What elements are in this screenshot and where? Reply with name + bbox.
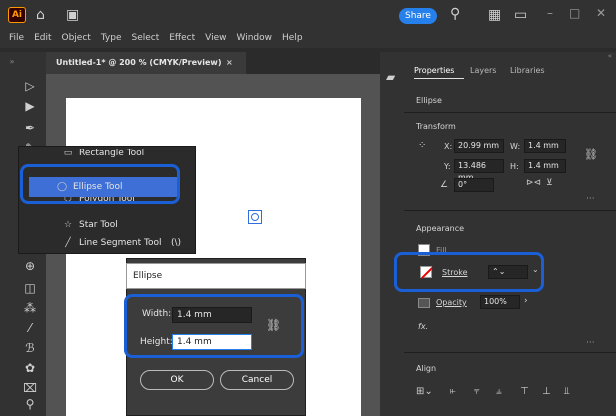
ellipse-object[interactable]	[248, 210, 262, 224]
flyout-item-rectangle[interactable]: ▭ Rectangle Tool	[19, 149, 197, 163]
object-type: Ellipse	[416, 96, 442, 105]
blend-tool-icon[interactable]: ℬ	[22, 340, 38, 356]
direct-selection-tool-icon[interactable]: ▶	[22, 98, 38, 114]
arrange-icon[interactable]: ▣	[66, 7, 79, 23]
y-field[interactable]: 13.486 mm	[454, 159, 504, 182]
flip-horizontal-icon[interactable]: ⊳⊲	[526, 178, 541, 188]
align-left-icon[interactable]: ⫦	[450, 386, 456, 397]
opacity-field[interactable]: 100%	[480, 295, 520, 309]
align-middle-icon[interactable]: ⊥	[542, 386, 551, 397]
close-icon[interactable]: ✕	[596, 6, 606, 20]
shape-builder-tool-icon[interactable]: ◫	[22, 280, 38, 296]
active-tab-underline	[414, 78, 464, 79]
tab-properties[interactable]: Properties	[414, 66, 454, 75]
width-tool-icon[interactable]: ⊕	[22, 258, 38, 274]
align-to-icon[interactable]: ⊞⌄	[416, 386, 433, 397]
w-field[interactable]: 1.4 mm	[524, 139, 566, 153]
dialog-title: Ellipse	[126, 263, 306, 289]
highlight-stroke	[394, 252, 544, 292]
selection-tool-icon[interactable]: ▷	[22, 78, 38, 94]
properties-panel: « Properties Layers Libraries Ellipse Tr…	[394, 52, 616, 416]
menu-view[interactable]: View	[200, 30, 231, 48]
star-icon: ☆	[63, 220, 73, 230]
collapsed-panel-strip: ▰	[380, 52, 404, 416]
workspace-icon[interactable]: ▦	[488, 7, 501, 23]
minimize-icon[interactable]: –	[547, 6, 553, 20]
document-tab[interactable]: Untitled-1* @ 200 % (CMYK/Preview) ×	[46, 52, 246, 74]
menu-type[interactable]: Type	[96, 30, 127, 48]
document-tab-title: Untitled-1* @ 200 % (CMYK/Preview)	[56, 58, 222, 67]
opacity-label[interactable]: Opacity	[436, 298, 467, 307]
flyout-shortcut: (\)	[171, 238, 182, 248]
tab-layers[interactable]: Layers	[470, 66, 496, 75]
tab-libraries[interactable]: Libraries	[510, 66, 545, 75]
search-icon[interactable]: ⚲	[450, 6, 460, 22]
h-label: H:	[510, 162, 519, 171]
highlight-size-fields	[124, 294, 304, 358]
flyout-item-line-segment[interactable]: ╱ Line Segment Tool (\)	[19, 233, 197, 253]
constrain-proportions-icon[interactable]: ⛓	[584, 148, 598, 161]
maximize-icon[interactable]: □	[569, 6, 580, 20]
gradient-tool-icon[interactable]: ⁂	[22, 300, 38, 316]
fx-button[interactable]: fx.	[418, 322, 428, 331]
panel-collapse-icon[interactable]: »	[4, 54, 20, 70]
chevron-right-icon[interactable]: ›	[524, 296, 528, 306]
transform-heading: Transform	[416, 122, 456, 131]
appearance-heading: Appearance	[416, 224, 465, 233]
flyout-label: Line Segment Tool	[79, 238, 162, 248]
pen-tool-icon[interactable]: ✒	[22, 120, 38, 136]
home-icon[interactable]: ⌂	[36, 7, 45, 23]
reference-point-icon[interactable]: ⁘	[418, 140, 426, 151]
angle-field[interactable]: 0°	[454, 178, 494, 192]
panel-icon[interactable]: ▭	[514, 7, 527, 23]
align-heading: Align	[416, 364, 437, 373]
flyout-item-star[interactable]: ☆ Star Tool	[19, 215, 197, 235]
zoom-tool-icon[interactable]: ⚲	[22, 396, 38, 412]
app-logo: Ai	[8, 7, 26, 23]
menu-object[interactable]: Object	[57, 30, 96, 48]
menu-file[interactable]: File	[4, 30, 29, 48]
x-label: X:	[444, 142, 453, 151]
comments-icon[interactable]: ▰	[386, 70, 395, 84]
menu-window[interactable]: Window	[232, 30, 278, 48]
eyedropper-tool-icon[interactable]: ⁄	[22, 320, 38, 336]
more-options-icon[interactable]: ···	[586, 338, 595, 348]
highlight-ellipse-tool	[20, 164, 180, 204]
more-options-icon[interactable]: ···	[586, 194, 595, 204]
flyout-label: Rectangle Tool	[79, 149, 145, 158]
menu-select[interactable]: Select	[126, 30, 164, 48]
flip-vertical-icon[interactable]: ⊻	[546, 178, 553, 188]
divider	[404, 352, 616, 353]
y-label: Y:	[444, 162, 451, 171]
align-bottom-icon[interactable]: ⫫	[564, 386, 570, 397]
angle-icon: ∠	[440, 180, 449, 190]
flyout-label: Star Tool	[79, 220, 118, 230]
panel-collapse-icon[interactable]: «	[404, 52, 616, 62]
menu-effect[interactable]: Effect	[164, 30, 200, 48]
align-right-icon[interactable]: ⫨	[496, 386, 502, 397]
symbol-sprayer-tool-icon[interactable]: ✿	[22, 360, 38, 376]
menu-edit[interactable]: Edit	[29, 30, 56, 48]
close-tab-icon[interactable]: ×	[226, 52, 233, 74]
share-button[interactable]: Share	[399, 8, 437, 24]
title-bar: Ai ⌂ ▣ Share ⚲ ▦ ▭ – □ ✕	[0, 0, 616, 30]
w-label: W:	[510, 142, 521, 151]
x-field[interactable]: 20.99 mm	[454, 139, 504, 153]
h-field[interactable]: 1.4 mm	[524, 159, 566, 173]
divider	[404, 112, 616, 113]
align-center-icon[interactable]: ⫧	[474, 386, 480, 397]
opacity-icon	[418, 298, 430, 308]
rectangle-icon: ▭	[63, 149, 73, 158]
ok-button[interactable]: OK	[140, 370, 214, 390]
menu-bar: File Edit Object Type Select Effect View…	[0, 30, 616, 48]
cancel-button[interactable]: Cancel	[220, 370, 294, 390]
divider	[404, 210, 616, 211]
artboard-tool-icon[interactable]: ⌧	[22, 380, 38, 396]
align-top-icon[interactable]: ⊤	[520, 386, 529, 397]
line-icon: ╱	[65, 238, 71, 248]
menu-help[interactable]: Help	[277, 30, 308, 48]
